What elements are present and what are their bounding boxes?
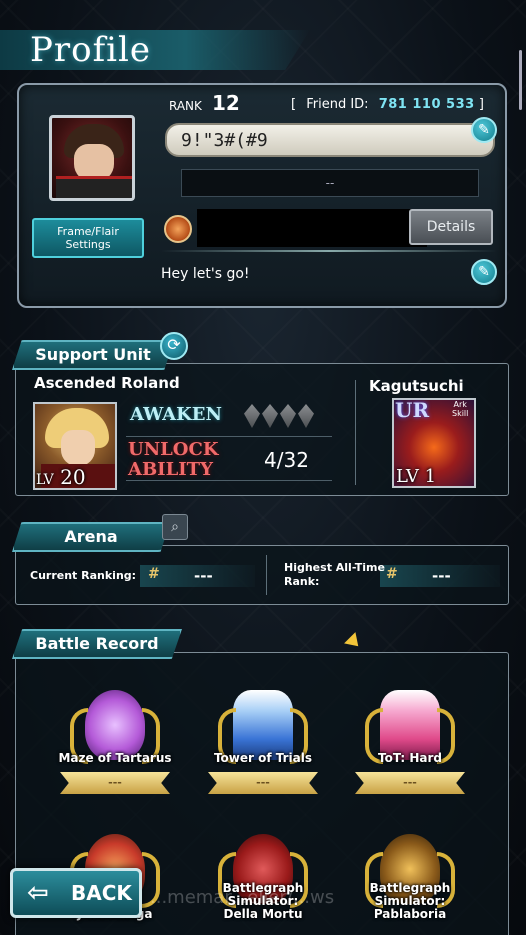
row-divider: [126, 436, 332, 437]
ark-badge-line2: Skill: [452, 409, 469, 418]
unit-level-value: 20: [60, 465, 86, 489]
support-unit-name: Ascended Roland: [34, 374, 180, 392]
unlock-label-line2: ABILITY: [128, 459, 213, 480]
player-name-field[interactable]: 9!"3#(#9: [165, 123, 495, 157]
unlock-ability-label: UNLOCK ABILITY: [128, 440, 218, 480]
unlock-label-line1: UNLOCK: [128, 439, 219, 460]
current-ranking-value: ---: [194, 567, 213, 585]
awaken-label: AWAKEN: [130, 404, 222, 425]
ark-badge-line1: Ark: [453, 400, 467, 409]
friend-id-label: Friend ID:: [306, 97, 369, 112]
flair-bar: [197, 209, 427, 247]
edit-comment-icon[interactable]: ✎: [471, 259, 497, 285]
page-title: Profile: [30, 30, 152, 70]
arena-tab: Arena: [12, 522, 170, 552]
back-label: BACK: [71, 881, 132, 905]
bracket-close: ]: [478, 97, 484, 112]
frame-flair-settings-button[interactable]: Frame/Flair Settings: [32, 218, 144, 258]
record-name: Tower of Trials: [213, 751, 313, 765]
arena-divider: [266, 555, 267, 595]
bracket-open: [: [291, 97, 297, 112]
unlock-count: 4/32: [264, 448, 309, 472]
laurel-icon: [60, 680, 170, 780]
title-display: --: [181, 169, 479, 197]
record-ribbon: ---: [60, 772, 170, 794]
back-arrow-icon: ⇦: [27, 878, 49, 908]
record-ribbon: ---: [355, 772, 465, 794]
flair-icon: [164, 215, 192, 243]
profile-comment: Hey let's go!: [161, 266, 250, 282]
record-name: Maze of Tartarus: [58, 751, 172, 765]
friend-id-value: 781 110 533: [378, 97, 475, 112]
profile-panel: Frame/Flair Settings RANK 12 [ Friend ID…: [17, 83, 507, 308]
avatar-coat: [56, 176, 132, 198]
support-unit-tab: Support Unit: [12, 340, 174, 370]
awaken-gem: [280, 404, 296, 428]
esper-rarity-badge: UR: [395, 398, 430, 422]
awaken-gem: [262, 404, 278, 428]
rank-value: 12: [212, 91, 240, 115]
ark-skill-badge: Ark Skill: [452, 400, 468, 418]
divider: [161, 250, 497, 252]
esper-level: LV 1: [396, 466, 436, 487]
highest-rank-value: ---: [432, 567, 451, 585]
cursor-icon: [344, 632, 364, 652]
highest-rank-label: Highest All-Time Rank:: [284, 561, 385, 589]
rank-label: RANK: [169, 99, 202, 113]
unit-face: [61, 430, 95, 466]
vertical-divider: [355, 380, 356, 485]
unit-level-prefix: LV: [36, 472, 54, 488]
record-name-line3: Della Mortu: [223, 907, 303, 921]
support-unit-level: LV 20: [36, 465, 86, 489]
esper-level-prefix: LV: [396, 466, 419, 487]
record-name-line3: Pablaboria: [373, 907, 447, 921]
awaken-gem: [244, 404, 260, 428]
details-button[interactable]: Details: [409, 209, 493, 245]
highest-rank-label-line1: Highest All-Time: [284, 561, 385, 574]
tower-emblem: [233, 690, 293, 760]
awaken-gems: [244, 404, 314, 428]
laurel-icon: [208, 680, 318, 780]
friend-id: [ Friend ID: 781 110 533 ]: [291, 97, 484, 112]
laurel-icon: [355, 680, 465, 780]
record-ribbon: ---: [208, 772, 318, 794]
refresh-icon[interactable]: ⟳: [160, 332, 188, 360]
maze-emblem: [85, 690, 145, 760]
awaken-gem: [298, 404, 314, 428]
avatar[interactable]: [49, 115, 135, 201]
battle-record-tab: Battle Record: [12, 629, 182, 659]
edit-name-icon[interactable]: ✎: [471, 117, 497, 143]
scrollbar[interactable]: [519, 50, 522, 110]
esper-level-value: 1: [424, 466, 437, 487]
hash-icon: #: [386, 566, 398, 582]
hash-icon: #: [148, 566, 160, 582]
back-button[interactable]: ⇦ BACK: [10, 868, 142, 918]
record-name: ToT: Hard: [378, 751, 442, 765]
current-ranking-label: Current Ranking:: [30, 569, 137, 582]
esper-name: Kagutsuchi: [369, 377, 464, 395]
watermark: ...memar...eller/...ws: [150, 887, 335, 908]
tot-hard-emblem: [380, 690, 440, 760]
row-divider: [126, 480, 332, 481]
search-icon[interactable]: ⌕: [162, 514, 188, 540]
highest-rank-label-line2: Rank:: [284, 575, 320, 588]
